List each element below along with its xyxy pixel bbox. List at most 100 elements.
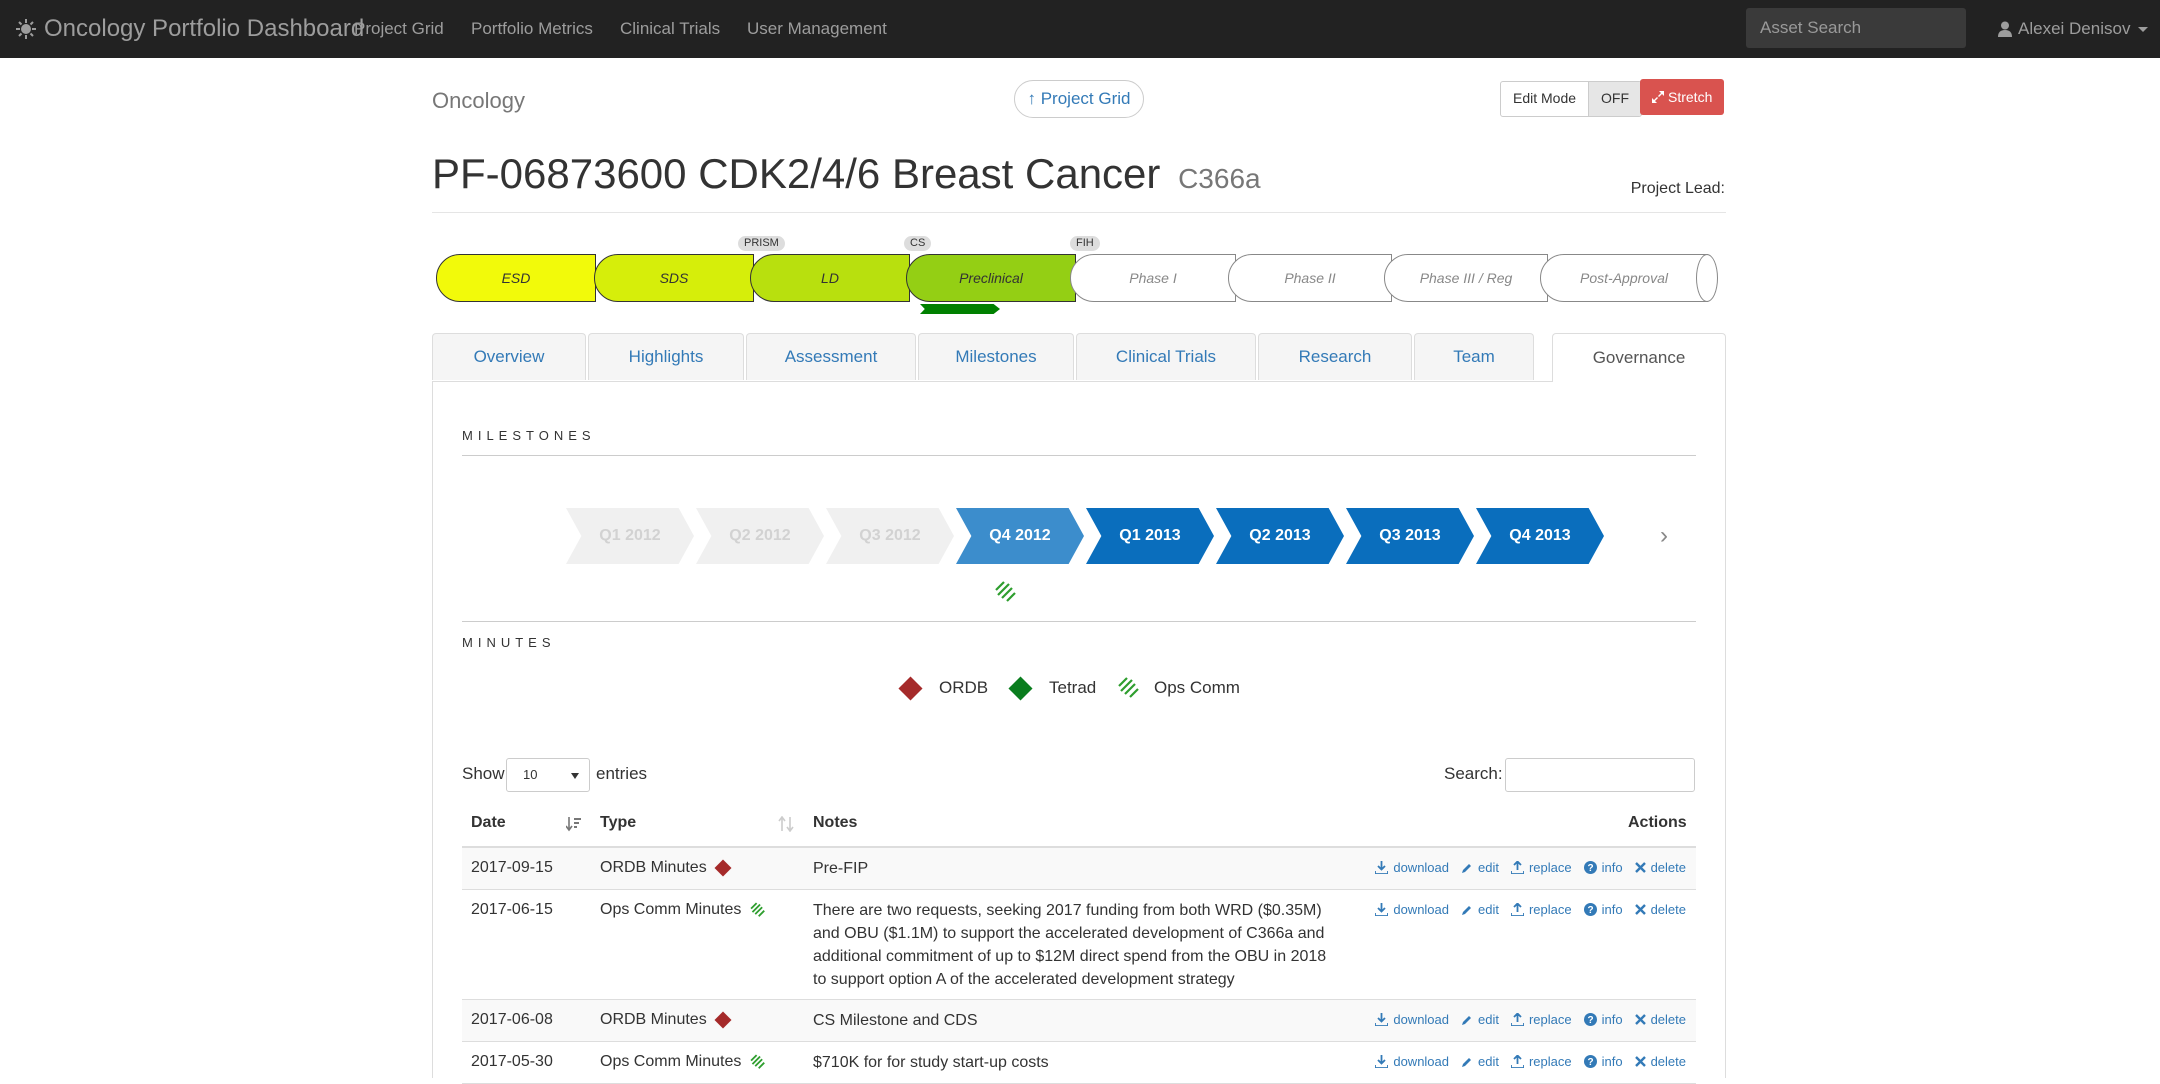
svg-text:?: ? — [1587, 1015, 1593, 1026]
stage-preclinical[interactable]: Preclinical — [906, 254, 1076, 302]
category-label: Oncology — [432, 88, 525, 113]
edit-action-label: edit — [1478, 1012, 1499, 1027]
legend-ops-comm: Ops Comm — [1116, 674, 1240, 702]
entries-select[interactable]: 10 — [506, 758, 590, 792]
tab-research[interactable]: Research — [1258, 333, 1412, 380]
quarter-q1-2013[interactable]: Q1 2013 — [1086, 508, 1214, 564]
user-menu[interactable]: Alexei Denisov — [1998, 0, 2149, 58]
edit-mode-label: Edit Mode — [1513, 90, 1577, 106]
project-code: C366a — [1178, 163, 1261, 194]
quarter-q2-2013[interactable]: Q2 2013 — [1216, 508, 1344, 564]
replace-action[interactable]: replace — [1510, 1054, 1572, 1069]
quarter-q4-2013[interactable]: Q4 2013 — [1476, 508, 1604, 564]
pipeline-end-cap — [1696, 254, 1718, 302]
table-search-input[interactable] — [1505, 758, 1695, 792]
sun-icon — [16, 19, 36, 39]
quarter-q4-2012[interactable]: Q4 2012 — [956, 508, 1084, 564]
download-icon — [1375, 1055, 1389, 1068]
download-action-label: download — [1393, 902, 1449, 917]
info-action[interactable]: ? info — [1583, 1012, 1623, 1027]
replace-action[interactable]: replace — [1510, 1012, 1572, 1027]
edit-action[interactable]: edit — [1461, 1054, 1499, 1069]
tab-assessment[interactable]: Assessment — [746, 333, 916, 380]
info-action[interactable]: ? info — [1583, 1054, 1623, 1069]
quarter-q1-2012[interactable]: Q1 2012 — [566, 508, 694, 564]
nav-clinical-trials[interactable]: Clinical Trials — [620, 0, 720, 58]
tab-governance[interactable]: Governance — [1552, 333, 1726, 382]
row-type-label: ORDB Minutes — [600, 1011, 707, 1028]
hatched-diamond-icon[interactable] — [993, 579, 1019, 605]
user-icon — [1998, 21, 2012, 37]
nav-portfolio-metrics[interactable]: Portfolio Metrics — [471, 0, 593, 58]
replace-action-label: replace — [1528, 902, 1572, 917]
quarter-q3-2013[interactable]: Q3 2013 — [1346, 508, 1474, 564]
title-divider — [432, 212, 1726, 213]
tab-clinical-trials[interactable]: Clinical Trials — [1076, 333, 1256, 380]
current-stage-indicator — [920, 304, 1000, 314]
download-action[interactable]: download — [1375, 860, 1449, 875]
asset-search-input[interactable] — [1746, 8, 1966, 48]
download-action-label: download — [1393, 860, 1449, 875]
table-search-label: Search: — [1444, 764, 1503, 783]
stage-phase-3-reg[interactable]: Phase III / Reg — [1384, 254, 1548, 302]
sort-both-icon[interactable] — [778, 816, 794, 832]
row-type: Ops Comm Minutes — [600, 901, 767, 919]
edit-action[interactable]: edit — [1461, 902, 1499, 917]
stage-esd[interactable]: ESD — [436, 254, 596, 302]
tab-team[interactable]: Team — [1414, 333, 1534, 380]
info-action[interactable]: ? info — [1583, 902, 1623, 917]
col-type-header[interactable]: Type — [600, 814, 636, 832]
download-action-label: download — [1393, 1054, 1449, 1069]
upload-icon — [1510, 1055, 1524, 1068]
replace-action[interactable]: replace — [1510, 902, 1572, 917]
delete-action[interactable]: delete — [1634, 860, 1686, 875]
nav-project-grid[interactable]: Project Grid — [354, 0, 444, 58]
edit-action[interactable]: edit — [1461, 1012, 1499, 1027]
stage-ld[interactable]: LD — [750, 254, 910, 302]
show-label: Show — [462, 764, 505, 783]
info-action[interactable]: ? info — [1583, 860, 1623, 875]
hatched-diamond-icon — [750, 1054, 766, 1069]
download-action-label: download — [1393, 1012, 1449, 1027]
red-diamond-icon — [898, 675, 923, 701]
download-action[interactable]: download — [1375, 902, 1449, 917]
quarter-q3-2012[interactable]: Q3 2012 — [826, 508, 954, 564]
edit-mode-toggle[interactable]: Edit Mode OFF — [1500, 81, 1643, 117]
stage-phase-2[interactable]: Phase II — [1228, 254, 1392, 302]
download-action[interactable]: download — [1375, 1012, 1449, 1027]
project-grid-button[interactable]: ↑ Project Grid — [1014, 80, 1144, 118]
next-quarter-arrow[interactable]: › — [1660, 522, 1668, 550]
row-actions: download edit replace ? info delete — [1375, 902, 1686, 917]
nav-user-management[interactable]: User Management — [747, 0, 887, 58]
col-date-header[interactable]: Date — [471, 814, 506, 832]
tab-milestones[interactable]: Milestones — [918, 333, 1074, 380]
edit-action[interactable]: edit — [1461, 860, 1499, 875]
stage-post-approval[interactable]: Post-Approval — [1540, 254, 1708, 302]
entries-value: 10 — [523, 767, 538, 782]
row-notes: $710K for for study start-up costs — [813, 1054, 1049, 1071]
delete-action[interactable]: delete — [1634, 902, 1686, 917]
table-row: 2017-06-08 ORDB Minutes CS Milestone and C… — [462, 1000, 1696, 1042]
replace-action[interactable]: replace — [1510, 860, 1572, 875]
minutes-heading: MINUTES — [462, 635, 556, 650]
quarter-q2-2012[interactable]: Q2 2012 — [696, 508, 824, 564]
stage-phase-1[interactable]: Phase I — [1070, 254, 1236, 302]
stage-sds[interactable]: SDS — [594, 254, 754, 302]
milestones-heading: MILESTONES — [462, 428, 596, 443]
tab-highlights[interactable]: Highlights — [588, 333, 744, 380]
edit-action-label: edit — [1478, 860, 1499, 875]
sort-desc-icon[interactable] — [566, 816, 582, 832]
marker-prism: PRISM — [738, 236, 785, 251]
stretch-button[interactable]: Stretch — [1640, 79, 1725, 115]
delete-action[interactable]: delete — [1634, 1054, 1686, 1069]
delete-action[interactable]: delete — [1634, 1012, 1686, 1027]
edit-mode-state[interactable]: OFF — [1588, 82, 1642, 116]
upload-icon — [1510, 861, 1524, 874]
pencil-icon — [1462, 863, 1471, 873]
tab-overview[interactable]: Overview — [432, 333, 586, 380]
marker-fih: FIH — [1070, 236, 1100, 251]
brand-link[interactable]: Oncology Portfolio Dashboard — [16, 0, 364, 58]
replace-action-label: replace — [1528, 1054, 1572, 1069]
download-action[interactable]: download — [1375, 1054, 1449, 1069]
row-notes: Pre-FIP — [813, 860, 869, 877]
